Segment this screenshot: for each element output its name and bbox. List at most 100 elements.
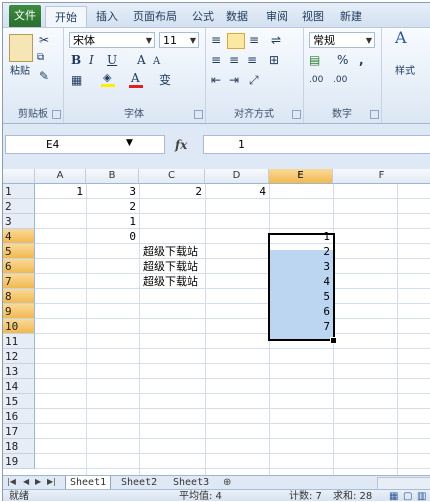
fill-color-bucket-icon[interactable]: ◈ [103, 70, 111, 86]
page-break-view-icon[interactable]: ▥ [417, 490, 426, 501]
comma-button[interactable]: , [359, 52, 364, 68]
row-header[interactable]: 7 [3, 274, 35, 289]
column-header-e[interactable]: E [269, 169, 333, 183]
tab-page-layout[interactable]: 页面布局 [127, 6, 183, 27]
formula-input[interactable]: 1 [203, 135, 430, 154]
paste-button[interactable]: 粘贴 [5, 62, 35, 77]
underline-button[interactable]: U [107, 52, 117, 68]
cell-c5[interactable]: 超级下载站 [143, 244, 205, 259]
row-header[interactable]: 1 [3, 184, 35, 199]
orientation-icon[interactable]: ⤢ [249, 72, 259, 88]
tab-review[interactable]: 审阅 [261, 6, 293, 27]
row-header[interactable]: 8 [3, 289, 35, 304]
font-name-select[interactable]: 宋体 ▼ [69, 32, 155, 48]
border-icon[interactable]: ▦ [71, 72, 82, 88]
phonetic-button[interactable]: 变 [159, 72, 171, 88]
first-sheet-icon[interactable]: |◀ [7, 477, 16, 486]
prev-sheet-icon[interactable]: ◀ [23, 477, 29, 486]
clipboard-launcher-icon[interactable] [52, 110, 61, 119]
column-header-b[interactable]: B [86, 169, 139, 183]
insert-sheet-icon[interactable]: ⊕ [223, 477, 231, 488]
align-right-icon[interactable]: ≡ [247, 52, 257, 68]
cell-e8[interactable]: 5 [269, 289, 333, 304]
cell-e9[interactable]: 6 [269, 304, 333, 319]
row-header[interactable]: 16 [3, 409, 35, 424]
tab-insert[interactable]: 插入 [91, 6, 123, 27]
column-header-a[interactable]: A [35, 169, 86, 183]
cell-b2[interactable]: 2 [86, 199, 139, 214]
tab-view[interactable]: 视图 [297, 6, 329, 27]
align-center-icon[interactable]: ≡ [229, 52, 239, 68]
font-color-button[interactable]: A [131, 70, 140, 86]
font-size-select[interactable]: 11 ▼ [159, 32, 199, 48]
bold-button[interactable]: B [71, 52, 81, 68]
sheet-tab-sheet2[interactable]: Sheet2 [117, 476, 161, 489]
currency-icon[interactable]: ▤ [309, 52, 320, 68]
cell-e6[interactable]: 3 [269, 259, 333, 274]
decrease-decimal-button[interactable]: .00 [333, 72, 347, 88]
tab-home[interactable]: 开始 [45, 6, 87, 28]
number-launcher-icon[interactable] [370, 110, 379, 119]
increase-indent-icon[interactable]: ⇥ [229, 72, 239, 88]
alignment-launcher-icon[interactable] [292, 110, 301, 119]
last-sheet-icon[interactable]: ▶| [47, 477, 56, 486]
row-header[interactable]: 18 [3, 439, 35, 454]
cell-b3[interactable]: 1 [86, 214, 139, 229]
align-top-icon[interactable]: ≡ [211, 32, 221, 48]
cell-c7[interactable]: 超级下载站 [143, 274, 205, 289]
row-header[interactable]: 17 [3, 424, 35, 439]
normal-view-icon[interactable]: ▦ [389, 490, 398, 501]
sheet-tab-sheet1[interactable]: Sheet1 [65, 476, 112, 490]
styles-icon[interactable]: A [395, 30, 407, 46]
paste-icon[interactable] [9, 34, 33, 62]
tab-file[interactable]: 文件 [9, 5, 41, 27]
row-header[interactable]: 6 [3, 259, 35, 274]
shrink-font-button[interactable]: A [153, 54, 160, 70]
cell-d1[interactable]: 4 [205, 184, 269, 199]
tab-data[interactable]: 数据 [221, 6, 253, 27]
sheet-tab-sheet3[interactable]: Sheet3 [169, 476, 213, 489]
styles-button[interactable]: 样式 [385, 62, 425, 77]
column-header-d[interactable]: D [205, 169, 269, 183]
row-header[interactable]: 11 [3, 334, 35, 349]
copy-icon[interactable]: ⧉ [37, 50, 44, 66]
select-all-corner[interactable] [3, 169, 35, 183]
cut-icon[interactable]: ✂ [39, 32, 49, 48]
row-header[interactable]: 9 [3, 304, 35, 319]
cell-e7[interactable]: 4 [269, 274, 333, 289]
cell-e5[interactable]: 2 [269, 244, 333, 259]
cell-a1[interactable]: 1 [35, 184, 86, 199]
row-header[interactable]: 14 [3, 379, 35, 394]
align-bottom-icon[interactable]: ≡ [249, 32, 259, 48]
insert-function-icon[interactable]: fx [175, 138, 187, 152]
grow-font-button[interactable]: A [137, 52, 146, 68]
italic-button[interactable]: I [89, 52, 94, 68]
worksheet-grid[interactable]: A B C D E F 1 2 3 4 5 6 7 8 9 10 11 12 1… [3, 169, 430, 475]
row-header[interactable]: 4 [3, 229, 35, 244]
decrease-indent-icon[interactable]: ⇤ [211, 72, 221, 88]
cell-e4[interactable]: 1 [269, 229, 333, 244]
align-left-icon[interactable]: ≡ [211, 52, 221, 68]
row-header[interactable]: 5 [3, 244, 35, 259]
row-header[interactable]: 12 [3, 349, 35, 364]
fill-handle[interactable] [330, 337, 337, 344]
format-painter-icon[interactable]: ✎ [39, 68, 49, 84]
number-format-select[interactable]: 常规 ▼ [309, 32, 375, 48]
cell-c6[interactable]: 超级下载站 [143, 259, 205, 274]
percent-button[interactable]: % [337, 52, 348, 68]
merge-center-icon[interactable]: ⊞ [269, 52, 279, 68]
cell-b1[interactable]: 3 [86, 184, 139, 199]
column-header-f[interactable]: F [333, 169, 430, 183]
increase-decimal-button[interactable]: .00 [309, 72, 323, 88]
align-middle-icon[interactable] [227, 33, 245, 49]
row-header[interactable]: 13 [3, 364, 35, 379]
name-box[interactable]: E4 ▼ [5, 135, 165, 154]
wrap-text-icon[interactable]: ⇌ [271, 32, 281, 48]
row-header[interactable]: 3 [3, 214, 35, 229]
row-header[interactable]: 15 [3, 394, 35, 409]
cell-e10[interactable]: 7 [269, 319, 333, 334]
cell-c1[interactable]: 2 [139, 184, 205, 199]
page-layout-view-icon[interactable]: ▢ [403, 490, 412, 501]
tab-formulas[interactable]: 公式 [187, 6, 219, 27]
font-launcher-icon[interactable] [194, 110, 203, 119]
